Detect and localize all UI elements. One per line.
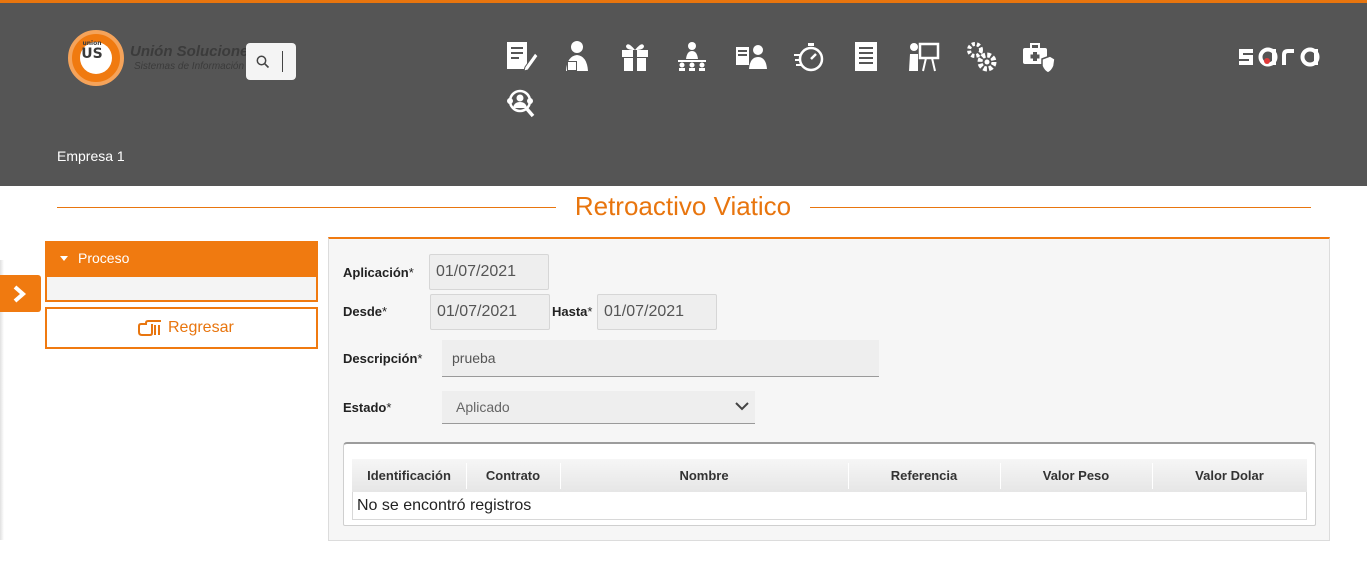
chevron-down-icon (735, 402, 749, 411)
aplicacion-date-field[interactable]: 01/07/2021 (429, 254, 549, 290)
presentation-icon[interactable] (906, 39, 942, 75)
id-card-user-icon[interactable] (733, 39, 769, 75)
column-header-nombre[interactable]: Nombre (560, 459, 848, 492)
stopwatch-icon[interactable] (792, 39, 828, 75)
caret-down-icon (60, 256, 68, 261)
desde-label: Desde* (343, 304, 388, 319)
document-edit-icon[interactable] (503, 39, 539, 75)
descripcion-input[interactable]: prueba (442, 340, 879, 377)
estado-label: Estado* (343, 400, 392, 415)
search-caret (282, 51, 283, 72)
meeting-icon[interactable] (675, 39, 711, 75)
estado-select[interactable]: Aplicado (442, 391, 755, 424)
title-divider-left (57, 207, 556, 208)
column-header-valor-dolar[interactable]: Valor Dolar (1152, 459, 1307, 492)
descripcion-label: Descripción* (343, 351, 423, 366)
proceso-section-header[interactable]: Proceso (45, 241, 318, 277)
logo-big-text: US (81, 46, 103, 62)
title-divider-right (810, 207, 1311, 208)
gears-icon[interactable] (964, 39, 1000, 75)
column-header-contrato[interactable]: Contrato (466, 459, 560, 492)
aplicacion-label: Aplicación* (343, 265, 414, 280)
column-header-valor-peso[interactable]: Valor Peso (1000, 459, 1152, 492)
company-name: Empresa 1 (57, 148, 125, 164)
hasta-label: Hasta* (552, 304, 593, 319)
table-body: No se encontró registros (352, 492, 1307, 520)
pointing-hand-icon (138, 320, 161, 336)
user-document-icon[interactable] (561, 39, 597, 75)
regresar-button[interactable]: Regresar (45, 307, 318, 349)
table-header: Identificación Contrato Nombre Referenci… (352, 459, 1307, 492)
column-header-referencia[interactable]: Referencia (848, 459, 1000, 492)
hasta-date-field[interactable]: 01/07/2021 (597, 294, 717, 330)
company-logo[interactable]: union US Unión Soluciones Sistemas de In… (68, 30, 246, 86)
medical-case-shield-icon[interactable] (1020, 39, 1056, 75)
results-table: Identificación Contrato Nombre Referenci… (343, 442, 1316, 526)
users-search-icon[interactable] (503, 87, 539, 123)
estado-selected-value: Aplicado (456, 399, 510, 415)
proceso-section-body (45, 277, 318, 302)
chevron-right-icon (13, 285, 27, 303)
column-header-identificacion[interactable]: Identificación (352, 459, 466, 492)
logo-title: Unión Soluciones (130, 43, 246, 60)
empty-table-message: No se encontró registros (357, 497, 532, 514)
gift-icon[interactable] (618, 39, 654, 75)
report-list-icon[interactable] (849, 39, 885, 75)
top-header: union US Unión Soluciones Sistemas de In… (0, 0, 1367, 186)
search-icon (256, 55, 270, 69)
logo-subtitle: Sistemas de Información (134, 61, 245, 72)
expand-sidebar-button[interactable] (0, 275, 41, 312)
regresar-label: Regresar (168, 319, 234, 336)
proceso-label: Proceso (78, 250, 130, 266)
desde-date-field[interactable]: 01/07/2021 (430, 294, 550, 330)
sara-brand-logo (1236, 39, 1330, 73)
page-title: Retroactivo Viatico (574, 191, 792, 221)
search-button[interactable] (246, 43, 296, 80)
retroactivo-form: Aplicación* 01/07/2021 Desde* 01/07/2021… (328, 237, 1330, 541)
